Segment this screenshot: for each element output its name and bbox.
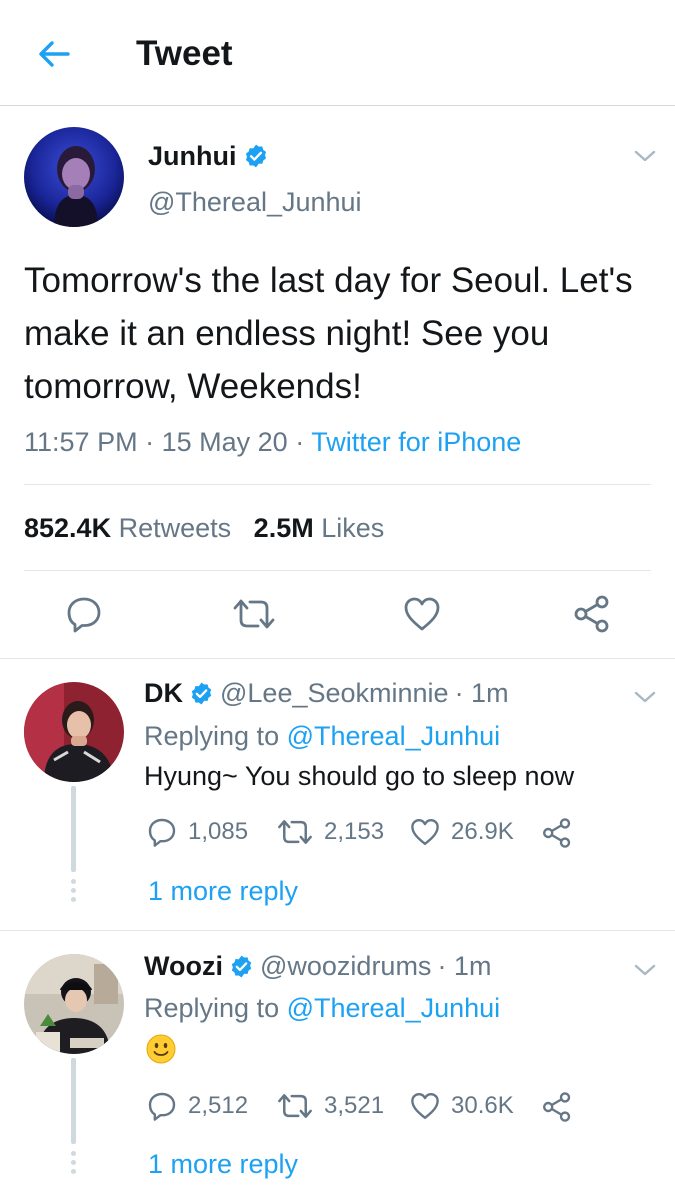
like-action[interactable]: 30.6K [409,1090,514,1122]
retweet-count: 2,153 [324,818,385,845]
reply-count: 1,085 [188,818,249,845]
like-count: 30.6K [451,1092,514,1119]
avatar[interactable] [24,682,124,782]
replying-mention-link[interactable]: @Thereal_Junhui [287,721,501,751]
share-icon[interactable] [541,817,573,849]
heart-icon [411,1092,439,1120]
thread-dots [71,1151,76,1178]
replying-to: Replying to @Thereal_Junhui [144,990,500,1026]
divider [0,930,675,931]
more-replies-link[interactable]: 1 more reply [148,1146,298,1182]
reply-age: · 1m [437,951,492,981]
meta-separator: · [295,427,305,457]
replying-mention-link[interactable]: @Thereal_Junhui [287,993,501,1023]
replying-prefix: Replying to [144,721,280,751]
thread-line [71,1058,76,1144]
tweet-stats: 852.4K Retweets 2.5M Likes [24,510,384,546]
arrow-left-icon[interactable] [34,34,74,74]
author-handle[interactable]: @Thereal_Junhui [148,184,362,220]
tweet-text: Tomorrow's the last day for Seoul. Let's… [24,261,633,406]
divider [24,570,651,571]
reply-action[interactable]: 2,512 [146,1090,248,1122]
reply-header: Woozi @woozidrums · 1m [144,948,491,984]
replying-prefix: Replying to [144,993,280,1023]
heart-icon[interactable] [402,595,442,633]
reply-icon [148,818,176,847]
likes-label: Likes [321,513,385,543]
chevron-down-icon[interactable] [632,684,658,710]
tweet-source-link[interactable]: Twitter for iPhone [311,427,521,457]
tweet-date: 15 May 20 [161,427,288,457]
reply-age: · 1m [454,678,509,708]
share-icon[interactable] [541,1091,573,1123]
chevron-down-icon[interactable] [632,957,658,983]
tweet-time: 11:57 PM [24,427,138,457]
retweets-count: 852.4K [24,513,112,543]
verified-badge-icon [245,144,266,168]
reply-author-name[interactable]: Woozi [144,948,223,984]
reply-author-handle[interactable]: @woozidrums [260,948,431,984]
likes-stat[interactable]: 2.5M Likes [254,513,385,543]
reply-header: DK @Lee_Seokminnie · 1m [144,675,509,711]
likes-count: 2.5M [253,513,314,543]
verified-badge-icon [231,955,252,977]
thread-dots [71,879,76,906]
like-action[interactable]: 26.9K [409,816,514,848]
retweet-icon [278,1094,312,1118]
reply-icon [148,1092,176,1121]
retweet-icon[interactable] [231,596,277,632]
retweet-action[interactable]: 3,521 [276,1090,384,1122]
thread-line [71,786,76,872]
share-icon[interactable] [572,594,612,634]
heart-icon [411,818,439,846]
verified-badge-icon [191,682,212,704]
like-count: 26.9K [451,818,514,845]
replying-to: Replying to @Thereal_Junhui [144,718,500,754]
retweet-count: 3,521 [324,1092,385,1119]
retweet-action[interactable]: 2,153 [276,816,384,848]
reply-action[interactable]: 1,085 [146,816,248,848]
more-replies-link[interactable]: 1 more reply [148,873,298,909]
chevron-down-icon[interactable] [632,143,658,169]
slightly-smiling-face-icon [146,1034,176,1064]
reply-icon[interactable] [64,594,104,634]
divider [24,484,651,485]
reply-author-name[interactable]: DK [144,675,183,711]
retweets-stat[interactable]: 852.4K Retweets [24,513,231,543]
avatar[interactable] [24,954,124,1054]
author-name-row: Junhui [148,138,269,174]
reply-count: 2,512 [188,1092,249,1119]
tweet-meta: 11:57 PM · 15 May 20 · Twitter for iPhon… [24,424,521,460]
top-bar: Tweet [0,0,675,106]
avatar[interactable] [24,127,124,227]
meta-separator: · [145,427,155,457]
divider [0,658,675,659]
page-title: Tweet [136,34,233,73]
reply-author-handle[interactable]: @Lee_Seokminnie [220,675,449,711]
retweet-icon [278,820,312,844]
retweets-label: Retweets [118,513,232,543]
author-name[interactable]: Junhui [148,138,237,174]
reply-text: Hyung~ You should go to sleep now [144,761,575,791]
